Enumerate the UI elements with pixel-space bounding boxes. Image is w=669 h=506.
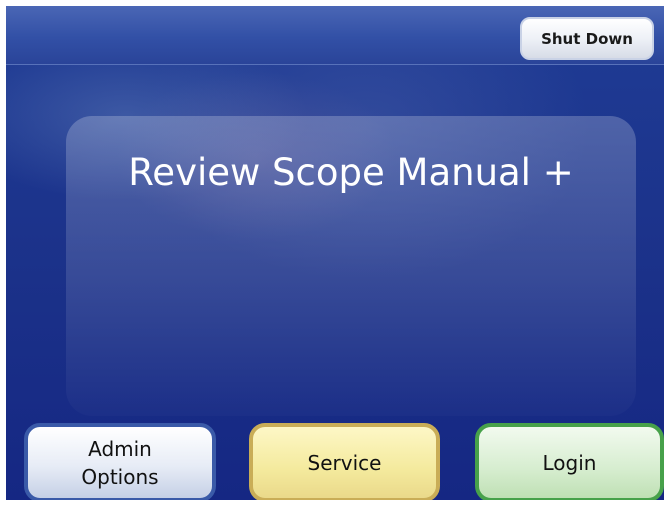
service-label: Service <box>307 450 382 475</box>
title-panel: Review Scope Manual + <box>66 116 636 416</box>
admin-label-line1: Admin <box>88 436 152 461</box>
admin-label-line2: Options <box>81 464 159 489</box>
page-title: Review Scope Manual + <box>128 151 574 194</box>
shut-down-button[interactable]: Shut Down <box>520 17 654 60</box>
login-label: Login <box>542 450 597 475</box>
admin-options-button[interactable]: Admin Options <box>24 423 216 500</box>
admin-options-label: Admin Options <box>81 435 158 491</box>
service-button[interactable]: Service <box>249 423 440 500</box>
login-button[interactable]: Login <box>475 423 664 500</box>
shut-down-label: Shut Down <box>541 29 633 48</box>
app-screen: Shut Down Review Scope Manual + Admin Op… <box>6 6 664 500</box>
